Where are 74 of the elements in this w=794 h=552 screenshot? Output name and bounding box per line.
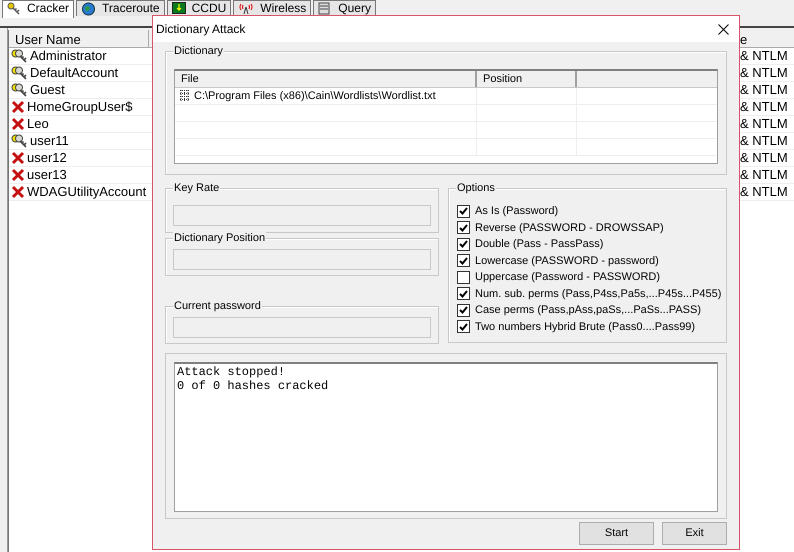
column-header[interactable]: User Name xyxy=(9,30,149,47)
cross-icon xyxy=(11,185,25,199)
antenna-icon xyxy=(238,2,254,14)
table-cell: & NTLM xyxy=(740,65,788,80)
column-header[interactable]: File xyxy=(175,71,477,87)
table-cell-text: user13 xyxy=(27,166,67,184)
table-cell-text: DefaultAccount xyxy=(30,64,118,82)
table-cell-text: C:\Program Files (x86)\Cain\Wordlists\Wordlist.txt xyxy=(194,88,436,104)
table-cell-text: Administrator xyxy=(30,47,107,66)
board-icon xyxy=(172,2,186,14)
checkbox[interactable] xyxy=(457,304,470,317)
log-line: 0 of 0 hashes cracked xyxy=(177,379,330,393)
table-cell-text: user12 xyxy=(27,149,67,168)
checkbox[interactable] xyxy=(457,204,470,218)
column-header[interactable]: e xyxy=(740,30,794,47)
tab[interactable]: Cracker xyxy=(2,0,74,18)
option-label: Num. sub. perms (Pass,P4ss,Pa5s,...P45s...P455) xyxy=(475,286,722,302)
option-label: Double (Pass - PassPass) xyxy=(475,237,604,252)
cross-icon xyxy=(11,168,25,182)
option-label: Uppercase (Password - PASSWORD) xyxy=(475,270,660,285)
table-cell: & NTLM xyxy=(740,99,788,114)
table-cell-text: HomeGroupUser$ xyxy=(27,98,132,116)
text-field[interactable] xyxy=(173,205,431,226)
key-icon xyxy=(7,2,21,16)
group-title: Options xyxy=(456,181,496,195)
cross-icon xyxy=(11,117,25,131)
group-title: Dictionary Position xyxy=(173,231,266,245)
tab[interactable]: CCDU xyxy=(166,0,232,16)
tab[interactable]: Wireless xyxy=(233,0,312,16)
close-icon xyxy=(718,24,728,34)
option-label: Lowercase (PASSWORD - password) xyxy=(475,254,659,268)
table-cell: & NTLM xyxy=(740,150,788,166)
globe-icon xyxy=(81,2,96,16)
table-cell: & NTLM xyxy=(740,48,788,64)
key-icon xyxy=(11,48,28,64)
file-list[interactable]: File Position C:\Program Files (x86)\Cain\Wordlists\Wordlist.txt xyxy=(174,69,718,164)
table-cell-text: Leo xyxy=(27,115,49,134)
table-cell: & NTLM xyxy=(740,82,788,98)
dialog-button[interactable]: Exit xyxy=(662,522,727,545)
cross-icon xyxy=(11,100,25,114)
table-cell: & NTLM xyxy=(740,167,788,182)
table-cell: & NTLM xyxy=(740,184,788,200)
checkbox[interactable] xyxy=(457,287,470,300)
table-cell-text: user11 xyxy=(30,132,69,150)
group-title: Current password xyxy=(173,299,262,313)
option-label: Two numbers Hybrid Brute (Pass0....Pass99) xyxy=(475,320,696,334)
table-cell: & NTLM xyxy=(740,116,788,132)
checkbox[interactable] xyxy=(457,270,470,284)
checkbox[interactable] xyxy=(457,254,470,268)
option-label: Reverse (PASSWORD - DROWSSAP) xyxy=(475,220,664,236)
tab[interactable]: Traceroute xyxy=(76,0,165,16)
key-icon xyxy=(11,134,28,148)
table-cell-text: WDAGUtilityAccount xyxy=(27,183,146,202)
tab[interactable]: Query xyxy=(313,0,376,16)
log-line: Attack stopped! xyxy=(177,365,286,379)
server-icon xyxy=(318,2,332,15)
dialog-button[interactable]: Start xyxy=(579,522,654,545)
key-icon xyxy=(11,82,28,98)
grid-icon xyxy=(180,90,189,102)
checkbox[interactable] xyxy=(457,221,470,234)
group-title: Dictionary xyxy=(173,44,224,58)
table-cell: & NTLM xyxy=(740,133,788,148)
text-field[interactable] xyxy=(173,317,431,338)
key-icon xyxy=(11,66,28,80)
checkbox[interactable] xyxy=(457,238,470,251)
window-title: Dictionary Attack xyxy=(156,21,246,38)
group-title: Key Rate xyxy=(173,181,220,195)
checkbox[interactable] xyxy=(457,320,470,334)
cross-icon xyxy=(11,151,25,165)
table-cell-text: Guest xyxy=(30,81,65,100)
text-field[interactable] xyxy=(173,249,431,270)
option-label: As Is (Password) xyxy=(475,204,558,219)
option-label: Case perms (Pass,pAss,paSs,...PaSs...PASS) xyxy=(475,303,701,318)
column-header[interactable]: Position xyxy=(477,71,577,87)
